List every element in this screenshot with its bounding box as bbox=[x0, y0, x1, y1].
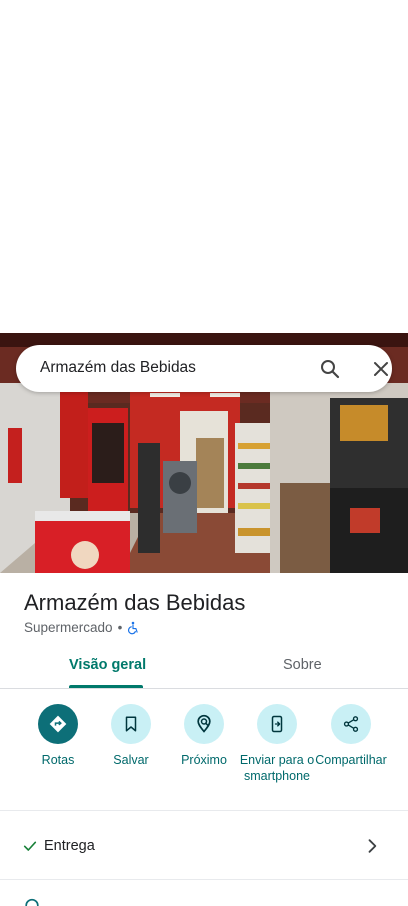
search-input[interactable]: Armazém das Bebidas bbox=[40, 359, 196, 377]
save-button[interactable]: Salvar bbox=[91, 704, 171, 768]
tab-about[interactable]: Sobre bbox=[283, 657, 322, 673]
nearby-label: Próximo bbox=[181, 753, 227, 767]
share-icon bbox=[343, 716, 359, 732]
separator: • bbox=[117, 620, 123, 635]
section-divider bbox=[0, 879, 408, 880]
directions-button[interactable]: Rotas bbox=[18, 704, 98, 768]
send-to-phone-icon bbox=[271, 715, 283, 733]
search-icon[interactable] bbox=[318, 357, 342, 381]
nearby-icon bbox=[197, 714, 211, 733]
location-pin-icon bbox=[25, 898, 39, 906]
place-subtitle: Supermercado • bbox=[24, 620, 140, 635]
save-label: Salvar bbox=[113, 753, 149, 767]
place-title: Armazém das Bebidas bbox=[24, 590, 246, 615]
tab-divider bbox=[0, 688, 408, 689]
send-to-phone-button[interactable]: Enviar para o smartphone bbox=[237, 704, 317, 784]
section-divider bbox=[0, 810, 408, 811]
directions-icon bbox=[49, 715, 67, 733]
search-bar[interactable]: Armazém das Bebidas bbox=[16, 345, 392, 392]
delivery-row[interactable]: Entrega bbox=[22, 838, 95, 854]
chevron-right-icon[interactable] bbox=[362, 836, 382, 856]
tab-overview[interactable]: Visão geral bbox=[69, 657, 146, 673]
check-icon bbox=[23, 841, 37, 851]
share-button[interactable]: Compartilhar bbox=[310, 704, 392, 768]
wheelchair-accessible-icon bbox=[128, 621, 138, 634]
place-category: Supermercado bbox=[24, 620, 113, 635]
bookmark-icon bbox=[125, 716, 137, 732]
send-to-phone-label: Enviar para o smartphone bbox=[239, 753, 315, 783]
close-icon[interactable] bbox=[369, 357, 393, 381]
nearby-button[interactable]: Próximo bbox=[164, 704, 244, 768]
delivery-label: Entrega bbox=[44, 838, 95, 854]
map-area[interactable] bbox=[0, 0, 408, 333]
share-label: Compartilhar bbox=[315, 753, 387, 767]
directions-label: Rotas bbox=[41, 753, 75, 767]
